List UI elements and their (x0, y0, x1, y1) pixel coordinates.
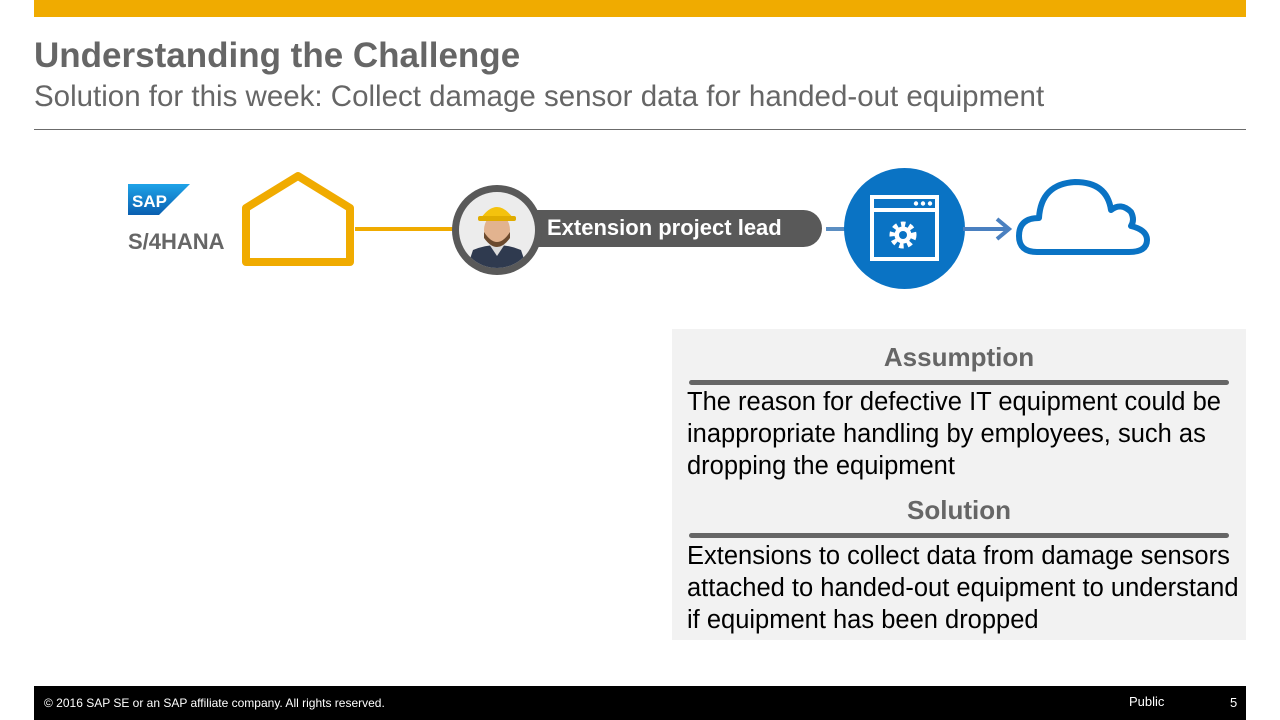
footer-bar: © 2016 SAP SE or an SAP affiliate compan… (34, 686, 1246, 720)
solution-text: Extensions to collect data from damage s… (687, 542, 1239, 634)
header-divider (34, 129, 1246, 130)
cloud-icon (1016, 179, 1150, 255)
role-label: Extension project lead (547, 215, 782, 240)
page-subtitle: Solution for this week: Collect damage s… (34, 80, 1045, 113)
assumption-heading: Assumption (883, 342, 1035, 372)
connector-line-gold (355, 227, 465, 231)
house-icon (242, 172, 354, 266)
assumption-text: The reason for defective IT equipment co… (687, 388, 1221, 480)
sap-logo-text: SAP (132, 192, 167, 211)
sap-logo: SAP (128, 184, 190, 215)
app-circle (844, 168, 965, 289)
solution-divider (689, 533, 1229, 538)
person-avatar (452, 185, 542, 275)
person-photo (459, 192, 535, 268)
top-accent-bar (34, 0, 1246, 17)
copyright-text: © 2016 SAP SE or an SAP affiliate compan… (44, 696, 385, 710)
assumption-solution-panel: Assumption The reason for defective IT e… (672, 329, 1246, 640)
system-label: S/4HANA (128, 229, 225, 254)
architecture-diagram: SAP S/4HANA Extension project lead (0, 160, 1280, 300)
assumption-divider (689, 380, 1229, 385)
page-number: 5 (1230, 695, 1238, 710)
solution-heading: Solution (907, 495, 1011, 525)
classification-label: Public (1129, 694, 1165, 709)
page-title: Understanding the Challenge (34, 36, 521, 75)
arrow-right-icon (963, 217, 1013, 241)
app-gear-icon (870, 195, 939, 261)
